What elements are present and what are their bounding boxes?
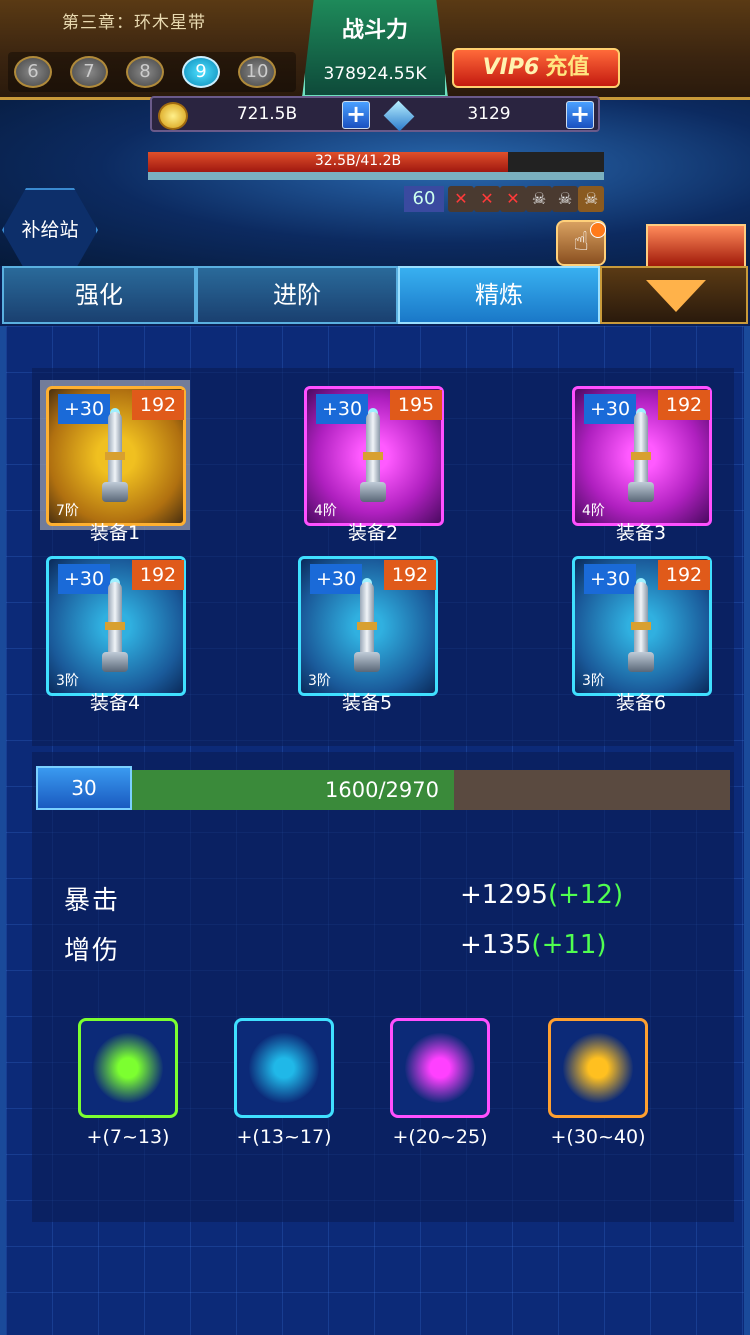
blue-orb-icon (249, 1033, 319, 1103)
refine-panel: +30 192 7阶 装备1 +30 195 4阶 装备2 +30 192 4阶… (0, 326, 750, 1335)
stat-value-damage: +135(+11) (460, 930, 607, 960)
palace-icon[interactable] (646, 224, 746, 268)
diamond-icon (383, 100, 415, 132)
boss-skull-icon: ☠ (578, 186, 604, 212)
refine-gem-gold[interactable] (548, 1018, 648, 1118)
chapter-title: 第三章：环木星带 (62, 13, 206, 33)
refine-progress-bar: 1600/2970 (132, 770, 730, 810)
tab-advance[interactable]: 进阶 (196, 266, 398, 324)
equipment-slot[interactable]: +30 192 4阶 装备3 (566, 380, 716, 544)
stage-button[interactable]: 8 (126, 56, 164, 88)
stage-button[interactable]: 10 (238, 56, 276, 88)
vip-label: VIP6 (482, 55, 540, 80)
stat-bonus: (+11) (531, 930, 607, 960)
top-bar: 第三章：环木星带 6 7 8 9 10 战斗力 378924.55K VIP6 充… (0, 0, 750, 100)
stat-bonus: (+12) (547, 880, 624, 910)
gem-amount: 3129 (467, 104, 511, 124)
equipment-name: 装备3 (615, 522, 667, 544)
tier-label: 3阶 (582, 673, 605, 689)
tab-strengthen[interactable]: 强化 (2, 266, 196, 324)
level-badge: 192 (658, 560, 710, 590)
level-badge: 192 (132, 390, 184, 420)
equipment-name: 装备2 (347, 522, 399, 544)
equipment-slot[interactable]: +30 192 7阶 装备1 (40, 380, 190, 544)
boss-hp-bar: 32.5B/41.2B (148, 152, 604, 180)
missile-icon (360, 408, 386, 504)
equipment-name: 装备1 (89, 522, 141, 544)
equipment-slot[interactable]: +30 192 3阶 装备4 (40, 550, 190, 714)
refine-progress-panel: 30 1600/2970 暴击 +1295(+12) 增伤 +135(+11) … (32, 752, 734, 1222)
level-badge: 192 (658, 390, 710, 420)
refine-gem-green[interactable] (78, 1018, 178, 1118)
equipment-slot[interactable]: +30 195 4阶 装备2 (298, 380, 448, 544)
combat-power-value: 378924.55K (323, 64, 427, 84)
wave-number: 60 (404, 186, 444, 212)
skull-icon: ☠ (552, 186, 578, 212)
green-orb-icon (93, 1033, 163, 1103)
equipment-grid: +30 192 7阶 装备1 +30 195 4阶 装备2 +30 192 4阶… (32, 368, 734, 746)
refine-gem-purple[interactable] (390, 1018, 490, 1118)
equipment-slot[interactable]: +30 192 3阶 装备6 (566, 550, 716, 714)
gem-range-label: +(30~40) (550, 1126, 646, 1148)
purple-orb-icon (405, 1033, 475, 1103)
recharge-label: 充值 (545, 55, 590, 80)
chevron-down-icon (646, 280, 706, 312)
level-badge: 195 (390, 390, 442, 420)
equipment-slot[interactable]: +30 192 3阶 装备5 (292, 550, 442, 714)
skull-icon: ☠ (526, 186, 552, 212)
refine-level-tag: 30 (36, 766, 132, 810)
combat-power-title: 战斗力 (341, 18, 408, 43)
gold-orb-icon (563, 1033, 633, 1103)
gem-range-label: +(13~17) (236, 1126, 332, 1148)
defeated-skull-icon: ✕ (474, 186, 500, 212)
stage-button[interactable]: 7 (70, 56, 108, 88)
tier-label: 4阶 (582, 503, 605, 519)
notification-dot (590, 222, 606, 238)
gold-coin-icon (158, 102, 188, 130)
tab-refine[interactable]: 精炼 (398, 266, 600, 324)
stat-value-crit: +1295(+12) (460, 880, 623, 910)
level-badge: 192 (384, 560, 436, 590)
gold-amount: 721.5B (236, 104, 298, 124)
tier-label: 3阶 (56, 673, 79, 689)
equipment-name: 装备4 (89, 692, 141, 714)
stage-selector: 6 7 8 9 10 (8, 52, 296, 92)
gem-range-label: +(20~25) (392, 1126, 488, 1148)
combat-power-panel: 战斗力 378924.55K (302, 0, 448, 98)
boss-shield-bar (148, 172, 604, 180)
stage-button-active[interactable]: 9 (182, 56, 220, 88)
tier-label: 4阶 (314, 503, 337, 519)
boss-hp-text: 32.5B/41.2B (314, 153, 402, 169)
tier-label: 7阶 (56, 503, 79, 519)
missile-icon (354, 578, 380, 674)
equipment-name: 装备6 (615, 692, 667, 714)
stat-name-crit: 暴击 (64, 886, 121, 916)
add-gold-button[interactable]: + (342, 101, 370, 129)
defeated-skull-icon: ✕ (448, 186, 474, 212)
stage-button[interactable]: 6 (14, 56, 52, 88)
stat-value: +135 (460, 930, 532, 960)
vip-recharge-button[interactable]: VIP6 充值 (452, 48, 620, 88)
currency-bar: 721.5B + 3129 + (150, 96, 600, 132)
tier-label: 3阶 (308, 673, 331, 689)
refine-progress-text: 1600/2970 (325, 778, 439, 802)
missile-icon (102, 408, 128, 504)
refine-gem-blue[interactable] (234, 1018, 334, 1118)
equipment-name: 装备5 (341, 692, 393, 714)
defeated-skull-icon: ✕ (500, 186, 526, 212)
level-badge: 192 (132, 560, 184, 590)
tab-bar: 强化 进阶 精炼 (0, 266, 750, 326)
collapse-button[interactable] (600, 266, 748, 324)
missile-icon (628, 578, 654, 674)
add-gem-button[interactable]: + (566, 101, 594, 129)
missile-icon (102, 578, 128, 674)
stat-value: +1295 (460, 880, 548, 910)
stat-name-damage: 增伤 (64, 936, 121, 966)
missile-icon (628, 408, 654, 504)
gem-range-label: +(7~13) (86, 1126, 170, 1148)
